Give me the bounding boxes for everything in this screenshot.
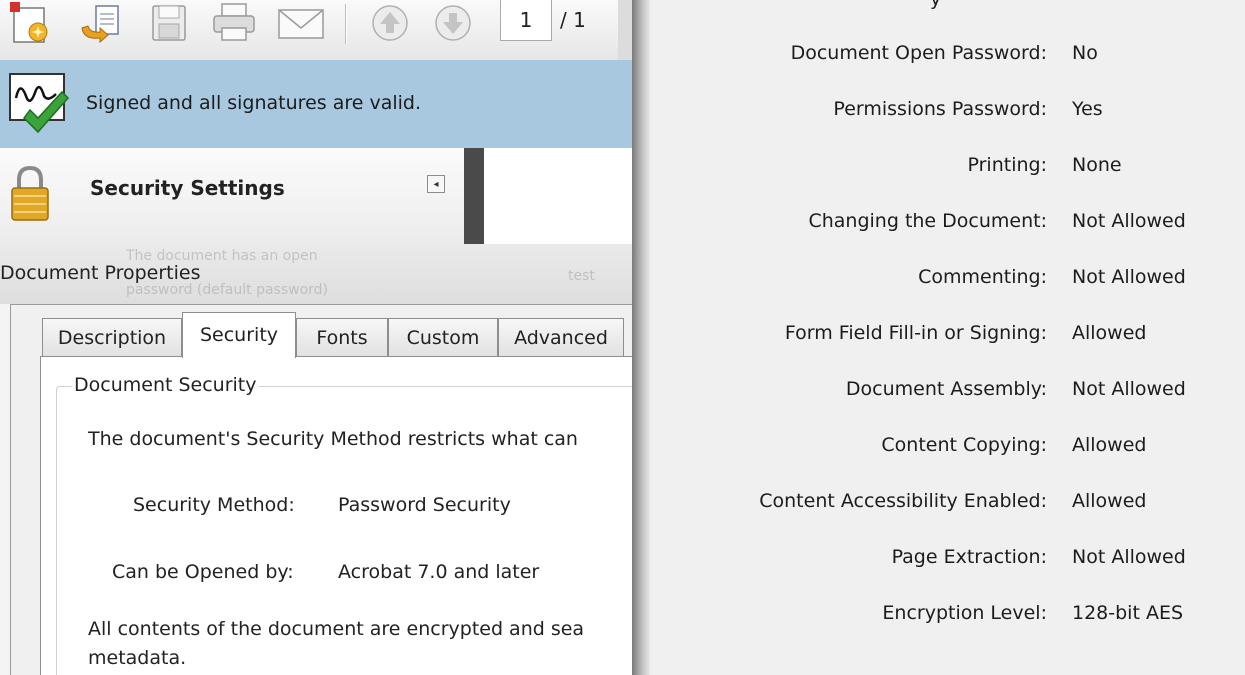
collapse-panel-button[interactable]: ◂ [427, 175, 445, 193]
ghost-text: test [568, 268, 595, 284]
perm-label-permissions-password: Permissions Password: [833, 98, 1047, 120]
tab-security[interactable]: Security [182, 312, 296, 358]
perm-label-page-extraction: Page Extraction: [891, 546, 1047, 568]
opened-by-label: Can be Opened by: [112, 561, 294, 583]
toolbar: 1 / 1 [0, 0, 632, 61]
perm-value-printing: None [1072, 154, 1122, 176]
window-divider [632, 0, 650, 675]
perm-label-form-fill: Form Field Fill-in or Signing: [784, 322, 1047, 344]
perm-label-printing: Printing: [967, 154, 1048, 176]
encryption-text-continued: metadata. [88, 647, 187, 669]
print-icon[interactable] [205, 0, 263, 46]
toolbar-separator [345, 4, 347, 44]
page-total: / 1 [560, 8, 586, 32]
security-method-value: Password Security [338, 494, 511, 516]
signature-status-text: Signed and all signatures are valid. [86, 92, 422, 114]
tab-custom[interactable]: Custom [388, 318, 498, 356]
ghost-text: password (default password) [126, 282, 329, 298]
organize-icon[interactable] [72, 0, 130, 46]
encryption-text: All contents of the document are encrypt… [88, 618, 585, 640]
perm-value-form-fill: Allowed [1072, 322, 1147, 344]
document-canvas [484, 148, 632, 244]
create-icon[interactable] [2, 0, 60, 46]
next-page-icon[interactable] [428, 0, 478, 46]
opened-by-value: Acrobat 7.0 and later [338, 561, 540, 583]
perm-value-accessibility: Allowed [1072, 490, 1147, 512]
perm-value-permissions-password: Yes [1072, 98, 1103, 120]
email-icon[interactable] [270, 0, 332, 46]
security-settings-title: Security Settings [90, 176, 285, 200]
perm-label-copying: Content Copying: [881, 434, 1047, 456]
perm-value-encryption-level: 128-bit AES [1072, 602, 1184, 624]
toolbar-edge [618, 0, 632, 60]
page-number-input[interactable]: 1 [500, 0, 552, 41]
perm-value-assembly: Not Allowed [1072, 378, 1186, 400]
perm-label-accessibility: Content Accessibility Enabled: [759, 490, 1047, 512]
left-panel: 1 / 1 Signed and all signatures are vali… [0, 0, 632, 675]
perm-label-changing: Changing the Document: [808, 210, 1047, 232]
security-intro-text: The document's Security Method restricts… [88, 428, 578, 450]
previous-page-icon[interactable] [365, 0, 415, 46]
tab-advanced[interactable]: Advanced [498, 318, 624, 356]
perm-value-copying: Allowed [1072, 434, 1147, 456]
security-method-label: Security Method: [133, 494, 295, 516]
perm-value-commenting: Not Allowed [1072, 266, 1186, 288]
save-icon[interactable] [140, 0, 198, 46]
perm-value-open-password: No [1072, 42, 1098, 64]
tab-fonts[interactable]: Fonts [296, 318, 388, 356]
perm-label-commenting: Commenting: [918, 266, 1047, 288]
perm-label-open-password: Document Open Password: [790, 42, 1047, 64]
perm-label-assembly: Document Assembly: [845, 378, 1047, 400]
clipped-text: y [930, 0, 941, 10]
document-properties-title: Document Properties [0, 262, 201, 284]
perm-value-changing: Not Allowed [1072, 210, 1186, 232]
perm-value-page-extraction: Not Allowed [1072, 546, 1186, 568]
tab-description[interactable]: Description [42, 318, 182, 356]
signature-valid-icon [6, 68, 78, 142]
lock-icon [10, 165, 50, 228]
group-label: Document Security [72, 374, 259, 396]
panel-splitter[interactable] [464, 148, 484, 244]
perm-label-encryption-level: Encryption Level: [882, 602, 1047, 624]
